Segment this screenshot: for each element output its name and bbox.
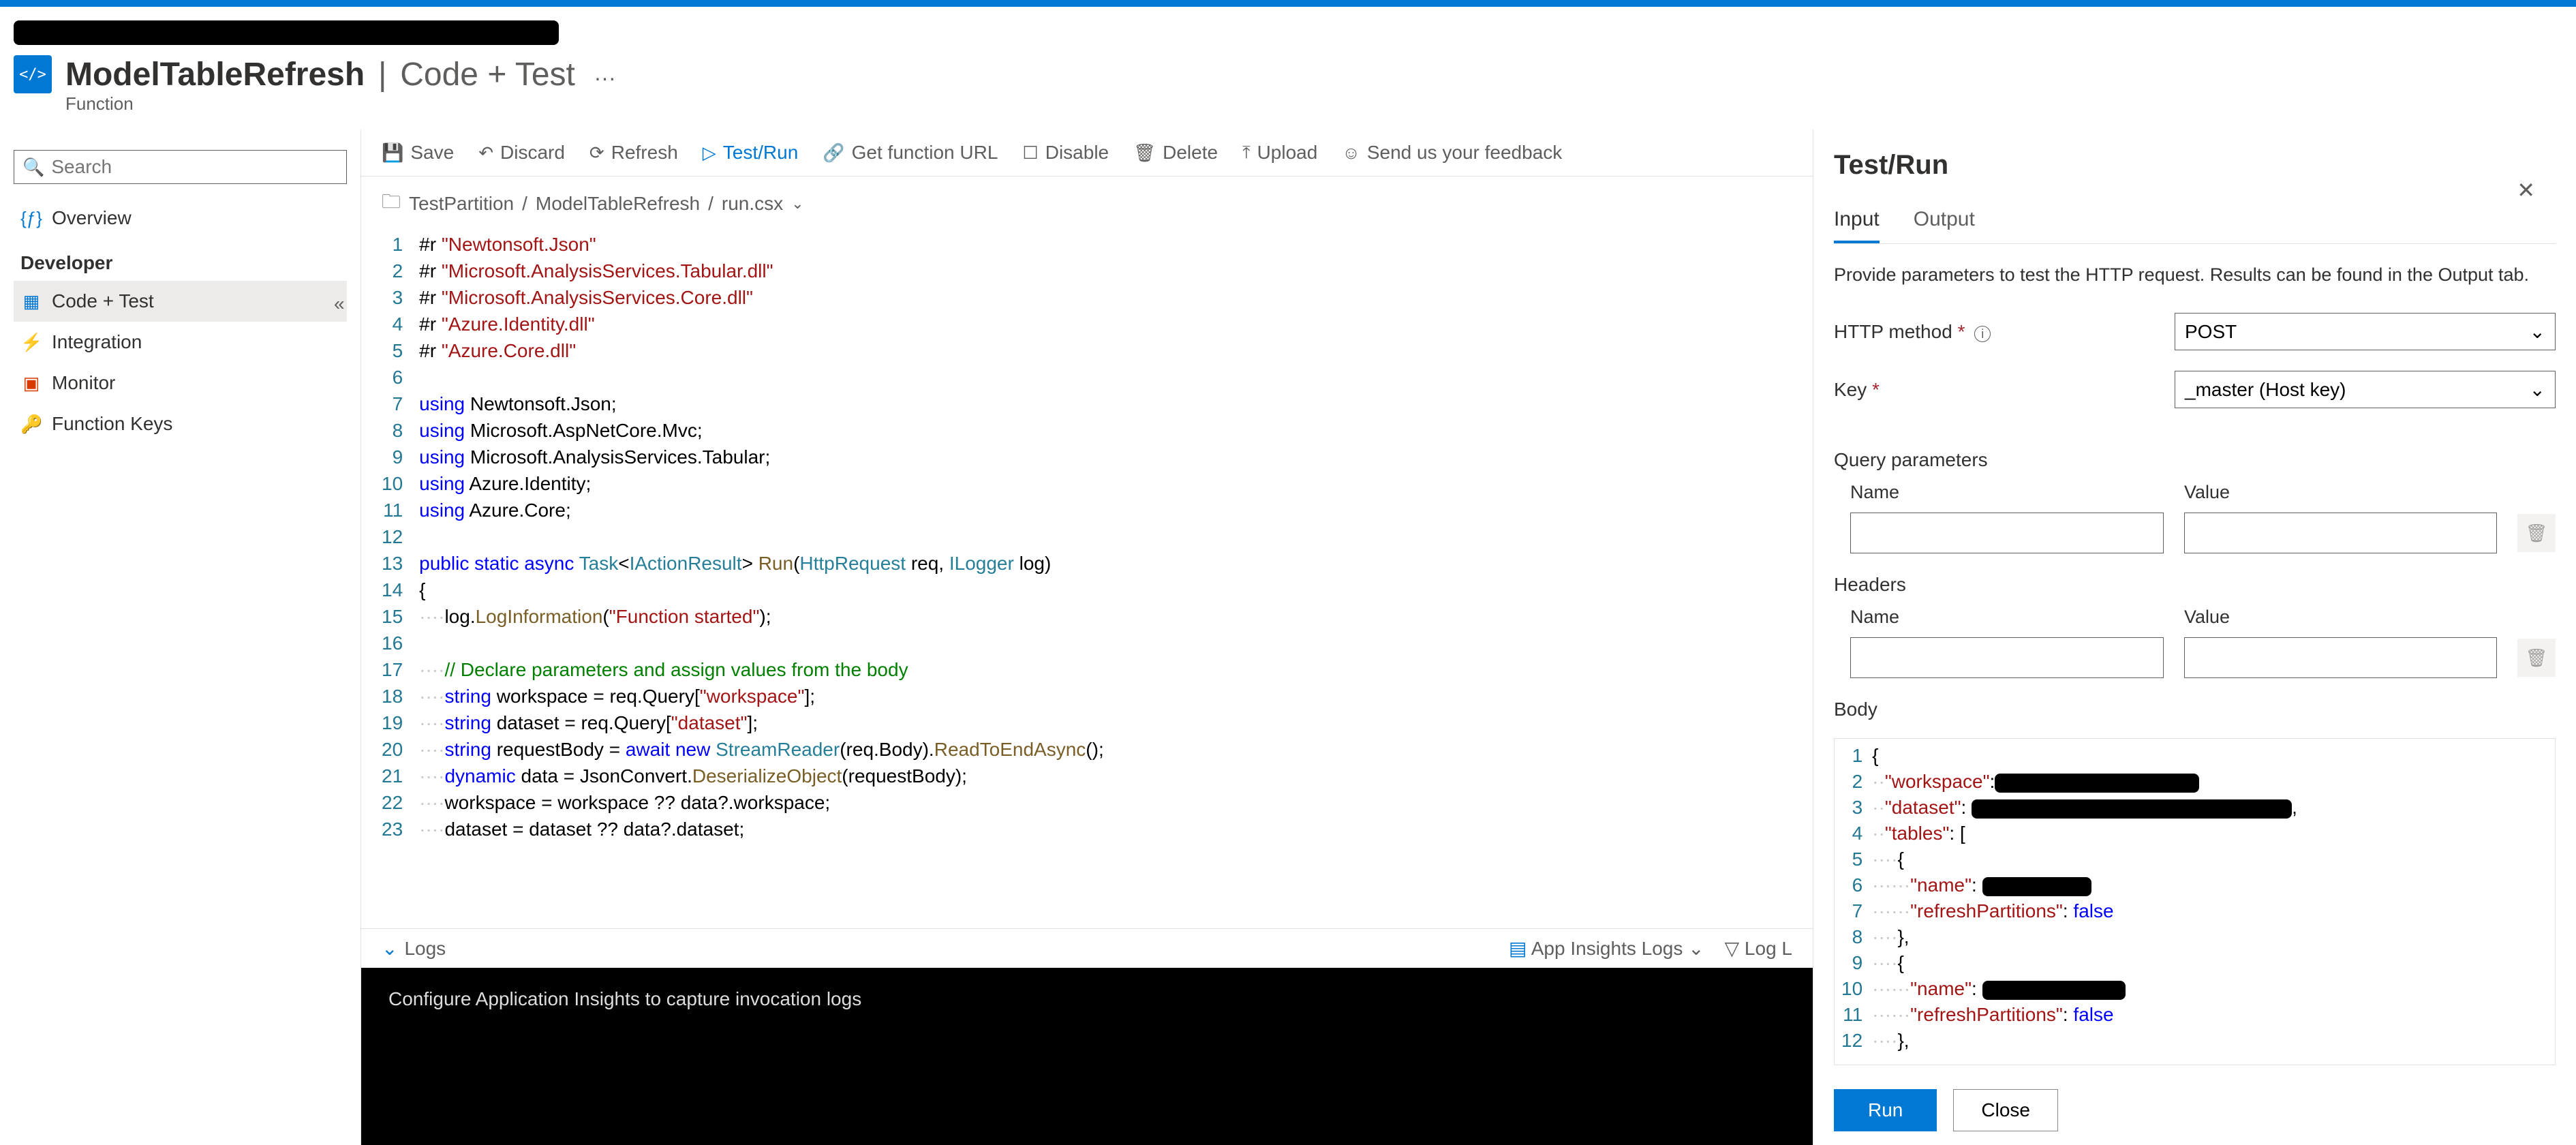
link-icon: 🔗 — [823, 142, 844, 164]
close-icon[interactable]: ✕ — [2517, 177, 2535, 203]
resource-type: Function — [65, 93, 1813, 114]
nav-function-keys[interactable]: 🔑 Function Keys — [14, 403, 347, 444]
panel-title: Test/Run — [1834, 150, 1948, 181]
line-gutter: 1 2 3 4 5 6 7 8 9 10 11 12 13 14 15 16 1… — [382, 231, 419, 928]
code-content[interactable]: #r "Newtonsoft.Json" #r "Microsoft.Analy… — [419, 231, 1813, 928]
nav-section-developer: Developer — [14, 239, 347, 281]
crumb-function[interactable]: ModelTableRefresh — [536, 193, 700, 215]
save-icon: 💾 — [382, 142, 403, 164]
play-icon: ▷ — [703, 142, 716, 164]
page-title: ModelTableRefresh | Code + Test ··· — [65, 56, 616, 93]
function-name: ModelTableRefresh — [65, 57, 365, 93]
monitor-icon: ▣ — [20, 373, 42, 394]
query-name-input[interactable] — [1850, 513, 2164, 553]
header-row: 🗑 — [1834, 637, 2556, 678]
header-value-input[interactable] — [2184, 637, 2498, 678]
http-method-select[interactable]: POST ⌄ — [2175, 313, 2556, 350]
headers-heading: Headers — [1834, 574, 2556, 596]
main-content: 💾Save ↶Discard ⟳Refresh ▷Test/Run 🔗Get f… — [361, 129, 1813, 1145]
more-icon[interactable]: ··· — [594, 65, 616, 90]
logs-toggle[interactable]: ⌄ Logs — [382, 937, 446, 960]
crumb-file[interactable]: run.csx — [722, 193, 783, 215]
panel-description: Provide parameters to test the HTTP requ… — [1834, 264, 2556, 286]
info-icon[interactable]: i — [1974, 326, 1991, 342]
query-param-row: 🗑 — [1834, 513, 2556, 553]
test-run-panel: Test/Run ✕ Input Output Provide paramete… — [1813, 129, 2576, 1145]
disable-icon: ☐ — [1022, 142, 1038, 164]
refresh-icon: ⟳ — [589, 142, 604, 164]
test-run-button[interactable]: ▷Test/Run — [703, 142, 799, 164]
toolbar: 💾Save ↶Discard ⟳Refresh ▷Test/Run 🔗Get f… — [361, 129, 1813, 177]
delete-button[interactable]: 🗑Delete — [1133, 142, 1218, 164]
header-name-input[interactable] — [1850, 637, 2164, 678]
sidebar: 🔍 « {ƒ} Overview Developer ▦ Code + Test… — [0, 129, 361, 1145]
log-console[interactable]: Configure Application Insights to captur… — [361, 968, 1813, 1145]
overview-icon: {ƒ} — [20, 208, 42, 229]
top-bar — [0, 0, 2576, 7]
nav-monitor[interactable]: ▣ Monitor — [14, 363, 347, 403]
log-filter[interactable]: ▽ Log L — [1725, 937, 1792, 960]
logs-bar: ⌄ Logs ▤ App Insights Logs ⌄ ▽ Log L — [361, 928, 1813, 968]
file-breadcrumb: 🗀 TestPartition / ModelTableRefresh / ru… — [361, 177, 1813, 231]
delete-row-button[interactable]: 🗑 — [2517, 514, 2556, 552]
trash-icon: 🗑 — [1133, 142, 1156, 164]
undo-icon: ↶ — [478, 142, 493, 164]
close-button[interactable]: Close — [1953, 1089, 2058, 1131]
col-name: Name — [1850, 482, 2164, 503]
key-select[interactable]: _master (Host key) ⌄ — [2175, 371, 2556, 408]
upload-icon: ⤒ — [1242, 142, 1251, 164]
run-button[interactable]: Run — [1834, 1089, 1937, 1131]
search-input[interactable] — [51, 156, 338, 178]
upload-button[interactable]: ⤒Upload — [1242, 142, 1317, 164]
refresh-button[interactable]: ⟳Refresh — [589, 142, 678, 164]
col-value: Value — [2184, 607, 2498, 628]
col-name: Name — [1850, 607, 2164, 628]
collapse-sidebar-icon[interactable]: « — [334, 293, 345, 315]
discard-button[interactable]: ↶Discard — [478, 142, 565, 164]
col-value: Value — [2184, 482, 2498, 503]
key-icon: 🔑 — [20, 414, 42, 435]
tab-output[interactable]: Output — [1914, 208, 1975, 243]
body-label: Body — [1834, 699, 2556, 720]
chevron-down-icon: ⌄ — [382, 937, 397, 960]
query-value-input[interactable] — [2184, 513, 2498, 553]
crumb-partition[interactable]: TestPartition — [409, 193, 514, 215]
search-input-wrap[interactable]: 🔍 — [14, 150, 347, 184]
tab-input[interactable]: Input — [1834, 208, 1880, 243]
search-icon: 🔍 — [22, 157, 44, 178]
http-method-label: HTTP method * i — [1834, 321, 2175, 343]
nav-overview[interactable]: {ƒ} Overview — [14, 198, 347, 239]
bolt-icon: ⚡ — [20, 332, 42, 353]
chevron-down-icon: ⌄ — [2530, 378, 2545, 401]
nav-integration[interactable]: ⚡ Integration — [14, 322, 347, 363]
code-icon: ▦ — [20, 291, 42, 312]
key-label: Key * — [1834, 379, 2175, 401]
delete-row-button[interactable]: 🗑 — [2517, 639, 2556, 677]
nav-code-test[interactable]: ▦ Code + Test — [14, 281, 347, 322]
feedback-icon: ☺ — [1342, 142, 1360, 164]
query-params-heading: Query parameters — [1834, 449, 2556, 471]
folder-icon: 🗀 — [382, 187, 401, 220]
code-editor[interactable]: 1 2 3 4 5 6 7 8 9 10 11 12 13 14 15 16 1… — [361, 231, 1813, 928]
page-section: Code + Test — [400, 57, 575, 93]
panel-tabs: Input Output — [1834, 208, 2556, 244]
page-header: </> ModelTableRefresh | Code + Test ··· … — [0, 7, 1813, 121]
disable-button[interactable]: ☐Disable — [1022, 142, 1109, 164]
chevron-down-icon: ⌄ — [2530, 320, 2545, 343]
panel-footer: Run Close — [1834, 1075, 2556, 1131]
body-gutter: 1 2 3 4 5 6 7 8 9 10 11 12 — [1835, 739, 1872, 1065]
app-insights-logs[interactable]: ▤ App Insights Logs ⌄ — [1509, 937, 1704, 960]
body-editor[interactable]: 1 2 3 4 5 6 7 8 9 10 11 12 { ··"workspac… — [1834, 738, 2556, 1065]
redacted-breadcrumb — [14, 20, 559, 45]
save-button[interactable]: 💾Save — [382, 142, 454, 164]
body-content[interactable]: { ··"workspace": ··"dataset": , ··"table… — [1872, 739, 2555, 1065]
function-icon: </> — [14, 55, 52, 93]
chevron-down-icon[interactable]: ⌄ — [791, 195, 803, 213]
feedback-button[interactable]: ☺Send us your feedback — [1342, 142, 1562, 164]
get-url-button[interactable]: 🔗Get function URL — [823, 142, 998, 164]
